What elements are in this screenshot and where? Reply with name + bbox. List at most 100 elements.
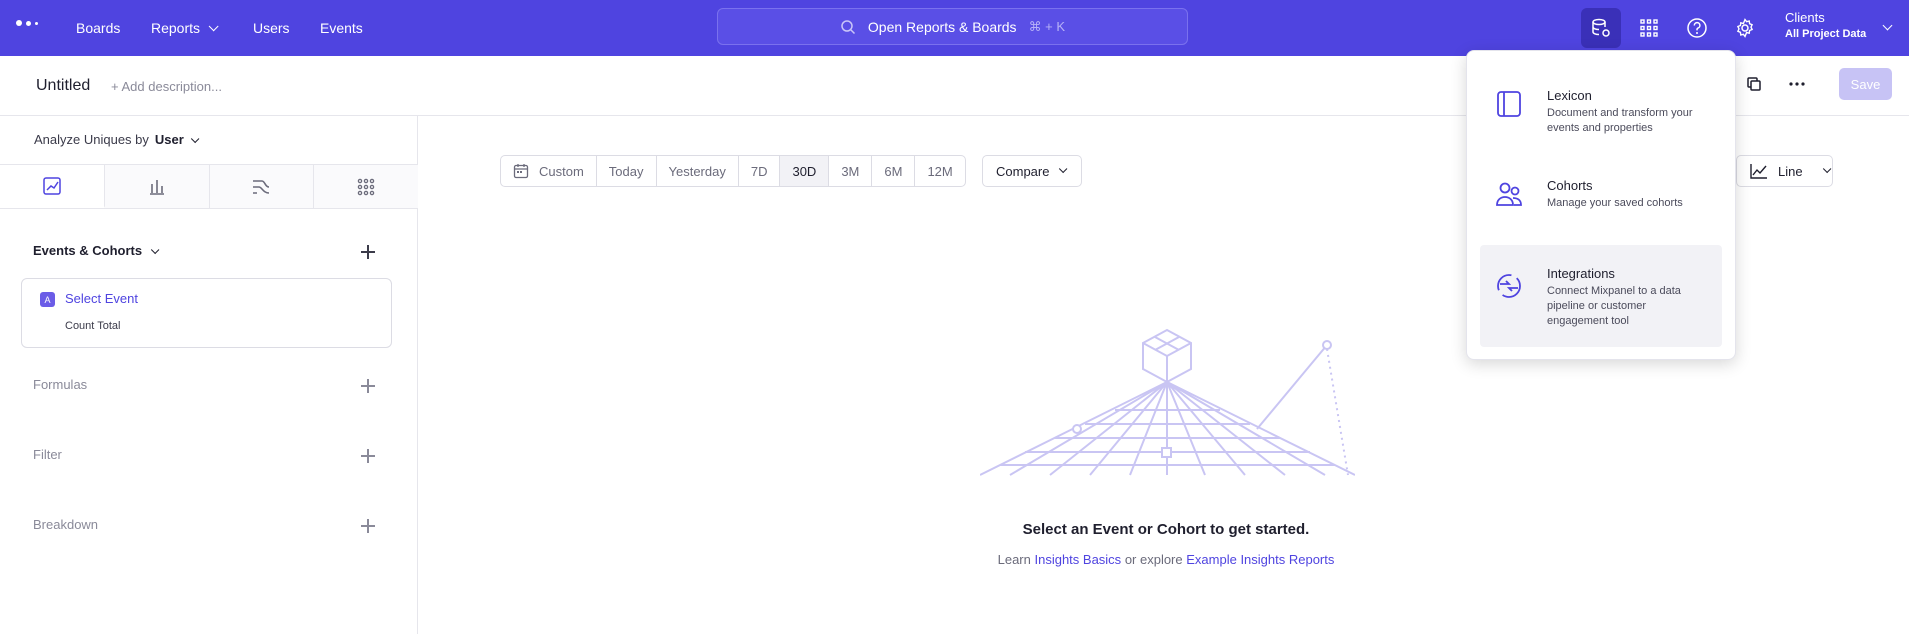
mixpanel-logo[interactable] [16, 20, 38, 26]
duplicate-button[interactable] [1742, 72, 1766, 96]
range-yesterday[interactable]: Yesterday [657, 156, 739, 186]
formulas-header[interactable]: Formulas [33, 377, 87, 392]
range-today[interactable]: Today [597, 156, 657, 186]
tab-grid-chart[interactable] [314, 165, 418, 208]
nav-users[interactable]: Users [253, 0, 290, 56]
data-management-menu: Lexicon Document and transform your even… [1466, 50, 1736, 360]
example-reports-link[interactable]: Example Insights Reports [1186, 552, 1334, 567]
integration-icon [1497, 274, 1521, 298]
compare-dropdown[interactable]: Compare [982, 155, 1082, 187]
range-12m[interactable]: 12M [915, 156, 964, 186]
apps-button[interactable] [1629, 8, 1669, 48]
event-card[interactable]: A Select Event Count Total [21, 278, 392, 348]
menu-item-title: Integrations [1547, 266, 1615, 281]
custom-label: Custom [539, 163, 584, 179]
nav-events-label: Events [320, 20, 363, 36]
chevron-down-icon [1822, 164, 1831, 174]
menu-item-title: Lexicon [1547, 88, 1592, 103]
search-input[interactable]: Open Reports & Boards ⌘ + K [717, 8, 1188, 45]
gear-icon [1736, 18, 1754, 38]
tab-flows-chart[interactable] [209, 165, 315, 208]
chevron-down-icon [190, 134, 200, 144]
menu-item-integrations[interactable]: Integrations Connect Mixpanel to a data … [1480, 245, 1722, 347]
analyze-uniques-selector[interactable]: Analyze Uniques by User [34, 132, 200, 147]
chevron-down-icon [150, 245, 160, 255]
nav-boards-label: Boards [76, 20, 121, 36]
query-builder-panel: Analyze Uniques by User Events & Cohorts… [0, 116, 418, 634]
help-button[interactable] [1677, 8, 1717, 48]
menu-item-description: Manage your saved cohorts [1547, 197, 1683, 209]
line-chart-icon [43, 176, 61, 195]
grid-icon [1640, 19, 1658, 37]
menu-item-description: Connect Mixpanel to a data pipeline or c… [1547, 285, 1681, 327]
chart-type-tabs [0, 164, 418, 209]
database-gear-icon [1592, 18, 1610, 37]
nav-events[interactable]: Events [320, 0, 363, 56]
event-letter-badge: A [40, 292, 55, 307]
chart-type-label: Line [1778, 163, 1803, 179]
nav-users-label: Users [253, 20, 290, 36]
events-cohorts-header[interactable]: Events & Cohorts [33, 243, 160, 258]
chart-type-dropdown[interactable]: Line [1736, 155, 1833, 187]
help-icon [1687, 18, 1707, 38]
flows-icon [253, 179, 270, 194]
menu-item-title: Cohorts [1547, 178, 1593, 193]
learn-text: Learn [997, 552, 1031, 567]
range-30d[interactable]: 30D [780, 156, 830, 186]
date-range-selector: Custom Today Yesterday 7D 30D 3M 6M 12M [500, 155, 966, 187]
report-title[interactable]: Untitled [36, 77, 90, 95]
add-event-button[interactable] [361, 245, 375, 259]
top-navigation: Boards Reports Users Events Open Reports… [0, 0, 1909, 56]
events-cohorts-label: Events & Cohorts [33, 243, 143, 258]
nav-boards[interactable]: Boards [76, 0, 120, 56]
add-formula-button[interactable] [361, 379, 375, 393]
tab-insights-chart[interactable] [0, 165, 105, 208]
search-label: Open Reports & Boards [867, 18, 1017, 35]
book-icon [1497, 91, 1521, 117]
custom-date-button[interactable]: Custom [501, 156, 597, 186]
menu-item-description: Document and transform your events and p… [1547, 107, 1693, 134]
settings-button[interactable] [1725, 8, 1765, 48]
data-management-button[interactable] [1581, 8, 1621, 48]
dots-grid-icon [357, 178, 375, 195]
chevron-down-icon [208, 20, 219, 31]
project-selector-title: Clients [1785, 10, 1825, 25]
tab-bar-chart[interactable] [104, 165, 210, 208]
range-6m[interactable]: 6M [872, 156, 916, 186]
add-filter-button[interactable] [361, 449, 375, 463]
menu-item-lexicon[interactable]: Lexicon Document and transform your even… [1480, 69, 1722, 151]
analyze-label: Analyze Uniques by [34, 132, 149, 147]
users-icon [1496, 182, 1522, 206]
add-breakdown-button[interactable] [361, 519, 375, 533]
filter-header[interactable]: Filter [33, 447, 62, 462]
breakdown-header[interactable]: Breakdown [33, 517, 98, 532]
analyze-value: User [154, 132, 184, 147]
nav-reports[interactable]: Reports [151, 0, 219, 56]
insights-basics-link[interactable]: Insights Basics [1034, 552, 1121, 567]
add-description-link[interactable]: + Add description... [111, 79, 222, 94]
chevron-down-icon [1059, 164, 1068, 174]
menu-item-cohorts[interactable]: Cohorts Manage your saved cohorts [1480, 159, 1722, 241]
range-3m[interactable]: 3M [829, 156, 873, 186]
chevron-down-icon[interactable] [1882, 20, 1893, 31]
copy-icon [1747, 77, 1761, 91]
empty-state-illustration [980, 328, 1355, 476]
bar-chart-icon [149, 179, 164, 195]
search-shortcut: ⌘ + K [1028, 18, 1066, 34]
compare-label: Compare [996, 163, 1050, 179]
event-measure-selector[interactable]: Count Total [65, 320, 120, 332]
calendar-icon [513, 164, 529, 179]
or-explore-text: or explore [1124, 552, 1183, 567]
search-icon [841, 19, 855, 34]
project-selector[interactable]: Clients All Project Data [1785, 9, 1866, 43]
more-options-button[interactable] [1785, 72, 1809, 96]
empty-state-subtitle: Learn Insights Basics or explore Example… [700, 552, 1632, 567]
save-button[interactable]: Save [1839, 68, 1892, 100]
nav-reports-label: Reports [151, 20, 201, 36]
select-event-button[interactable]: Select Event [65, 291, 138, 306]
project-selector-subtitle: All Project Data [1785, 28, 1867, 40]
more-icon [1789, 82, 1805, 86]
range-7d[interactable]: 7D [739, 156, 781, 186]
line-chart-icon [1750, 164, 1767, 179]
empty-state-title: Select an Event or Cohort to get started… [1022, 521, 1310, 538]
